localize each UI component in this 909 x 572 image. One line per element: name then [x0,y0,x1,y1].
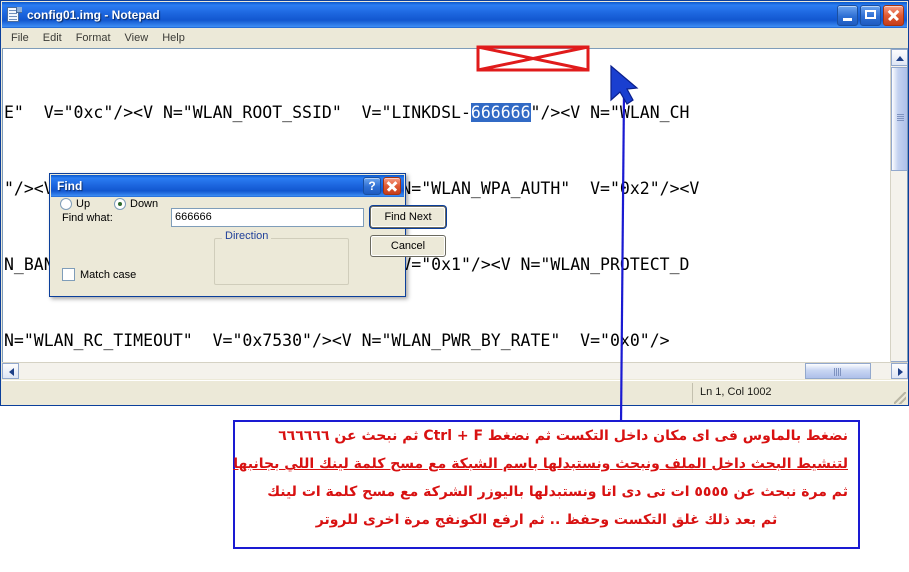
scroll-right-button[interactable] [891,363,908,379]
instruction-note-box: نضغط بالماوس فى اى مكان داخل التكست ثم ن… [233,420,860,549]
notepad-icon [6,7,22,23]
cancel-button[interactable]: Cancel [370,235,446,257]
direction-down-radio[interactable]: Down [114,198,158,210]
scroll-up-button[interactable] [891,49,907,66]
radio-icon [60,198,72,210]
direction-up-radio[interactable]: Up [60,198,90,210]
menu-bar: File Edit Format View Help [2,28,907,49]
vertical-scroll-thumb[interactable] [891,67,907,171]
note-line-3: ثم مرة نبحث عن ٥٥٥٥ ات تى دى اتا ونستبدل… [267,484,848,500]
direction-down-label: Down [130,198,159,210]
find-dialog-title-bar[interactable]: Find ? [51,175,404,197]
find-input[interactable]: 666666 [171,208,364,227]
note-line-2: لتنشيط البحث داخل الملف ونبحث ونستبدلها … [233,456,848,472]
horizontal-scrollbar[interactable] [2,362,908,379]
find-what-label: Find what: [62,212,113,224]
text-line: N="WLAN_RC_TIMEOUT" V="0x7530"/><V N="WL… [4,331,670,351]
note-line-4: ثم بعد ذلك غلق التكست وحفظ .. ثم ارفع ال… [315,512,778,528]
title-bar[interactable]: config01.img - Notepad [2,2,907,28]
line-text-tail: "/><V N="WLAN_CH [530,102,690,122]
find-dialog: Find ? Find what: 666666 Find Next Cance… [49,173,446,297]
boxed-text: LINKDSL- [391,102,471,122]
menu-help[interactable]: Help [155,30,192,46]
text-line: E" V="0xc"/><V N="WLAN_ROOT_SSID" V="LIN… [4,100,882,125]
status-left-panel [2,383,693,403]
note-line-1: نضغط بالماوس فى اى مكان داخل التكست ثم ن… [278,428,848,444]
notepad-window: config01.img - Notepad File Edit Format … [0,0,909,406]
maximize-button[interactable] [860,4,881,26]
status-bar: Ln 1, Col 1002 [2,380,908,405]
horizontal-scroll-thumb[interactable] [805,363,871,379]
find-close-button[interactable] [383,177,401,195]
direction-legend: Direction [222,230,272,242]
scroll-left-button[interactable] [2,363,19,379]
menu-format[interactable]: Format [69,30,118,46]
find-next-button[interactable]: Find Next [370,206,446,228]
minimize-button[interactable] [837,4,858,26]
match-case-label: Match case [80,268,137,281]
close-button[interactable] [883,4,904,26]
resize-grip[interactable] [894,392,906,404]
menu-edit[interactable]: Edit [36,30,69,46]
line-text: E" V="0xc"/><V N="WLAN_ROOT_SSID" V=" [4,102,392,122]
find-dialog-title: Find [57,179,83,193]
help-button[interactable]: ? [363,177,381,195]
menu-file[interactable]: File [4,30,36,46]
menu-view[interactable]: View [118,30,156,46]
vertical-scrollbar[interactable] [890,49,907,378]
radio-selected-icon [114,198,126,210]
find-dialog-controls: ? [363,177,404,195]
window-title: config01.img - Notepad [27,8,160,22]
cursor-position-label: Ln 1, Col 1002 [700,386,772,398]
match-case-checkbox[interactable]: Match case [62,268,136,281]
direction-up-label: Up [76,198,91,210]
selected-text: 666666 [470,102,531,122]
window-controls [837,4,907,26]
find-what-label-text: Find what: [62,212,113,224]
checkbox-icon [62,268,75,281]
direction-group [214,238,349,285]
